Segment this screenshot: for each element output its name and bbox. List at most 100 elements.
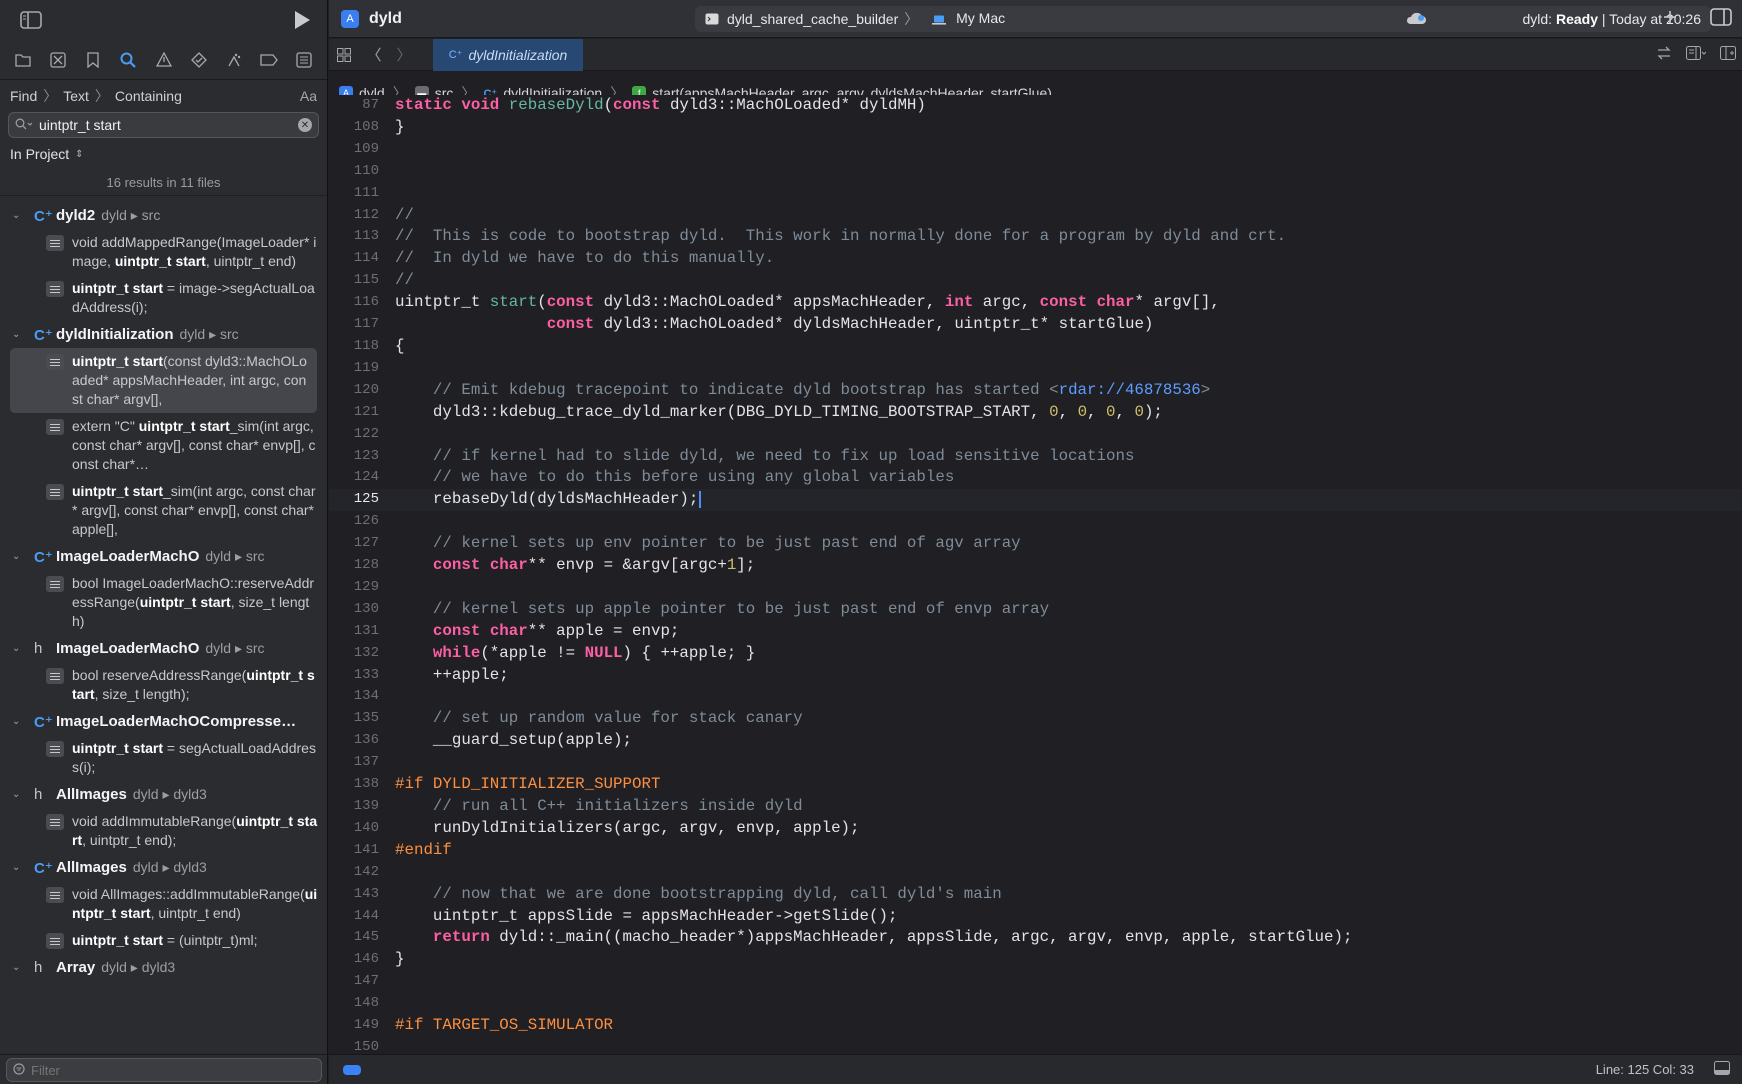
code-text[interactable]: // if kernel had to slide dyld, we need … bbox=[395, 446, 1135, 468]
code-line[interactable]: 140 runDyldInitializers(argc, argv, envp… bbox=[329, 818, 1742, 840]
code-line[interactable]: 115 // bbox=[329, 270, 1742, 292]
test-diamond-icon[interactable] bbox=[184, 45, 214, 75]
result-file-group[interactable]: ⌄ h Array dyld ▸ dyld3 bbox=[0, 954, 327, 981]
code-text[interactable]: __guard_setup(apple); bbox=[395, 730, 632, 752]
code-line[interactable]: 129 bbox=[329, 577, 1742, 599]
match-case-toggle[interactable]: Aa bbox=[300, 88, 317, 104]
swap-arrows-icon[interactable] bbox=[1656, 46, 1672, 63]
code-line[interactable]: 108} bbox=[329, 117, 1742, 139]
code-text[interactable]: dyld3::kdebug_trace_dyld_marker(DBG_DYLD… bbox=[395, 402, 1163, 424]
code-line[interactable]: 136 __guard_setup(apple); bbox=[329, 730, 1742, 752]
report-icon[interactable] bbox=[289, 45, 319, 75]
result-file-group[interactable]: ⌄ C⁺ AllImages dyld ▸ dyld3 bbox=[0, 854, 327, 881]
code-line[interactable]: 144 uintptr_t appsSlide = appsMachHeader… bbox=[329, 906, 1742, 928]
debug-area-toggle-icon[interactable] bbox=[1714, 1061, 1730, 1078]
code-line[interactable]: 109 bbox=[329, 139, 1742, 161]
add-icon[interactable] bbox=[1662, 9, 1678, 25]
code-line[interactable]: 127 // kernel sets up env pointer to be … bbox=[329, 533, 1742, 555]
find-mode-text[interactable]: Text bbox=[63, 88, 89, 104]
debug-area-indicator-icon[interactable] bbox=[343, 1064, 361, 1075]
find-search-box[interactable]: ✕ bbox=[8, 112, 319, 138]
code-line[interactable]: 87 static void rebaseDyld(const dyld3::Ma… bbox=[329, 95, 1742, 117]
search-input[interactable] bbox=[39, 117, 298, 133]
search-match-item[interactable]: void addMappedRange(ImageLoader* image, … bbox=[0, 229, 327, 275]
scheme-selector[interactable]: dyld_shared_cache_builder 〉 bbox=[695, 9, 924, 29]
source-control-icon[interactable] bbox=[43, 45, 73, 75]
code-line[interactable]: 125 rebaseDyld(dyldsMachHeader); bbox=[329, 489, 1742, 512]
search-match-item[interactable]: extern "C" uintptr_t start_sim(int argc,… bbox=[0, 413, 327, 478]
code-line[interactable]: 143 // now that we are done bootstrappin… bbox=[329, 884, 1742, 906]
back-arrow-icon[interactable]: 〈 bbox=[359, 44, 389, 65]
breakpoint-icon[interactable] bbox=[254, 45, 284, 75]
inspector-toggle-icon[interactable] bbox=[1710, 8, 1732, 26]
disclosure-chevron-icon[interactable]: ⌄ bbox=[12, 962, 28, 973]
disclosure-chevron-icon[interactable]: ⌄ bbox=[12, 716, 28, 727]
find-navigator-icon[interactable] bbox=[113, 45, 143, 75]
search-match-item[interactable]: bool reserveAddressRange(uintptr_t start… bbox=[0, 662, 327, 708]
code-line[interactable]: 126 bbox=[329, 511, 1742, 533]
bookmark-icon[interactable] bbox=[78, 45, 108, 75]
search-match-item[interactable]: uintptr_t start_sim(int argc, const char… bbox=[0, 478, 327, 543]
find-mode-containing[interactable]: Containing bbox=[115, 88, 182, 104]
result-file-group[interactable]: ⌄ C⁺ ImageLoaderMachO dyld ▸ src bbox=[0, 543, 327, 570]
code-text[interactable]: return dyld::_main((macho_header*)appsMa… bbox=[395, 927, 1353, 949]
code-text[interactable]: // run all C++ initializers inside dyld bbox=[395, 796, 803, 818]
destination-selector[interactable]: My Mac bbox=[932, 10, 1005, 27]
code-text[interactable]: // kernel sets up apple pointer to be ju… bbox=[395, 599, 1049, 621]
filter-input[interactable] bbox=[31, 1062, 315, 1078]
result-file-group[interactable]: ⌄ C⁺ dyldInitialization dyld ▸ src bbox=[0, 321, 327, 348]
disclosure-chevron-icon[interactable]: ⌄ bbox=[12, 789, 28, 800]
clear-search-icon[interactable]: ✕ bbox=[298, 118, 312, 132]
code-line[interactable]: 149 #if TARGET_OS_SIMULATOR bbox=[329, 1015, 1742, 1037]
code-text[interactable]: // set up random value for stack canary bbox=[395, 708, 803, 730]
code-line[interactable]: 123 // if kernel had to slide dyld, we n… bbox=[329, 446, 1742, 468]
result-file-group[interactable]: ⌄ h AllImages dyld ▸ dyld3 bbox=[0, 781, 327, 808]
issue-warning-icon[interactable] bbox=[149, 45, 179, 75]
code-line[interactable]: 112 // bbox=[329, 205, 1742, 227]
code-line[interactable]: 128 const char** envp = &argv[argc+1]; bbox=[329, 555, 1742, 577]
search-results-list[interactable]: ⌄ C⁺ dyld2 dyld ▸ src void addMappedRange(Im… bbox=[0, 202, 327, 1054]
code-text[interactable]: } bbox=[395, 949, 404, 971]
code-line[interactable]: 122 bbox=[329, 424, 1742, 446]
editor-options-icon[interactable] bbox=[1686, 46, 1707, 63]
search-match-item[interactable]: bool ImageLoaderMachO::reserveAddressRan… bbox=[0, 570, 327, 635]
code-line[interactable]: 117 const dyld3::MachOLoaded* dyldsMachH… bbox=[329, 314, 1742, 336]
filter-field[interactable] bbox=[6, 1058, 322, 1082]
code-line[interactable]: 124 // we have to do this before using a… bbox=[329, 467, 1742, 489]
code-line[interactable]: 150 bbox=[329, 1037, 1742, 1054]
code-text[interactable]: runDyldInitializers(argc, argv, envp, ap… bbox=[395, 818, 860, 840]
sidebar-toggle-icon[interactable] bbox=[20, 11, 42, 29]
disclosure-chevron-icon[interactable]: ⌄ bbox=[12, 862, 28, 873]
result-file-group[interactable]: ⌄ h ImageLoaderMachO dyld ▸ src bbox=[0, 635, 327, 662]
tab-dyldinitialization[interactable]: C⁺ dyldInitialization bbox=[433, 38, 583, 71]
code-line[interactable]: 135 // set up random value for stack can… bbox=[329, 708, 1742, 730]
code-line[interactable]: 119 bbox=[329, 358, 1742, 380]
code-text[interactable]: // bbox=[395, 205, 414, 227]
code-text[interactable]: rebaseDyld(dyldsMachHeader); bbox=[395, 489, 702, 511]
result-file-group[interactable]: ⌄ C⁺ ImageLoaderMachOCompresse… bbox=[0, 708, 327, 735]
code-line[interactable]: 138 #if DYLD_INITIALIZER_SUPPORT bbox=[329, 774, 1742, 796]
code-line[interactable]: 142 bbox=[329, 862, 1742, 884]
code-line[interactable]: 137 bbox=[329, 752, 1742, 774]
code-text[interactable]: // now that we are done bootstrapping dy… bbox=[395, 884, 1002, 906]
code-line[interactable]: 114 // In dyld we have to do this manuall… bbox=[329, 248, 1742, 270]
code-line[interactable]: 148 bbox=[329, 993, 1742, 1015]
code-text[interactable]: // In dyld we have to do this manually. bbox=[395, 248, 774, 270]
cloud-icon[interactable] bbox=[1405, 10, 1427, 29]
code-text[interactable]: // bbox=[395, 270, 414, 292]
find-mode-find[interactable]: Find bbox=[10, 88, 37, 104]
code-line[interactable]: 120 // Emit kdebug tracepoint to indicat… bbox=[329, 380, 1742, 402]
search-scope-selector[interactable]: In Project ⇕ bbox=[0, 138, 327, 170]
forward-arrow-icon[interactable]: 〉 bbox=[389, 44, 419, 65]
disclosure-chevron-icon[interactable]: ⌄ bbox=[12, 643, 28, 654]
code-line[interactable]: 132 while(*apple != NULL) { ++apple; } bbox=[329, 643, 1742, 665]
search-match-item[interactable]: uintptr_t start = image->segActualLoadAd… bbox=[0, 275, 327, 321]
code-text[interactable]: // This is code to bootstrap dyld. This … bbox=[395, 226, 1286, 248]
code-text[interactable]: // kernel sets up env pointer to be just… bbox=[395, 533, 1021, 555]
code-line[interactable]: 141 #endif bbox=[329, 840, 1742, 862]
code-text[interactable]: static void rebaseDyld(const dyld3::Mach… bbox=[395, 95, 926, 117]
disclosure-chevron-icon[interactable]: ⌄ bbox=[12, 210, 28, 221]
search-match-item[interactable]: void AllImages::addImmutableRange(uintpt… bbox=[0, 881, 327, 927]
code-line[interactable]: 111 bbox=[329, 183, 1742, 205]
result-file-group[interactable]: ⌄ C⁺ dyld2 dyld ▸ src bbox=[0, 202, 327, 229]
